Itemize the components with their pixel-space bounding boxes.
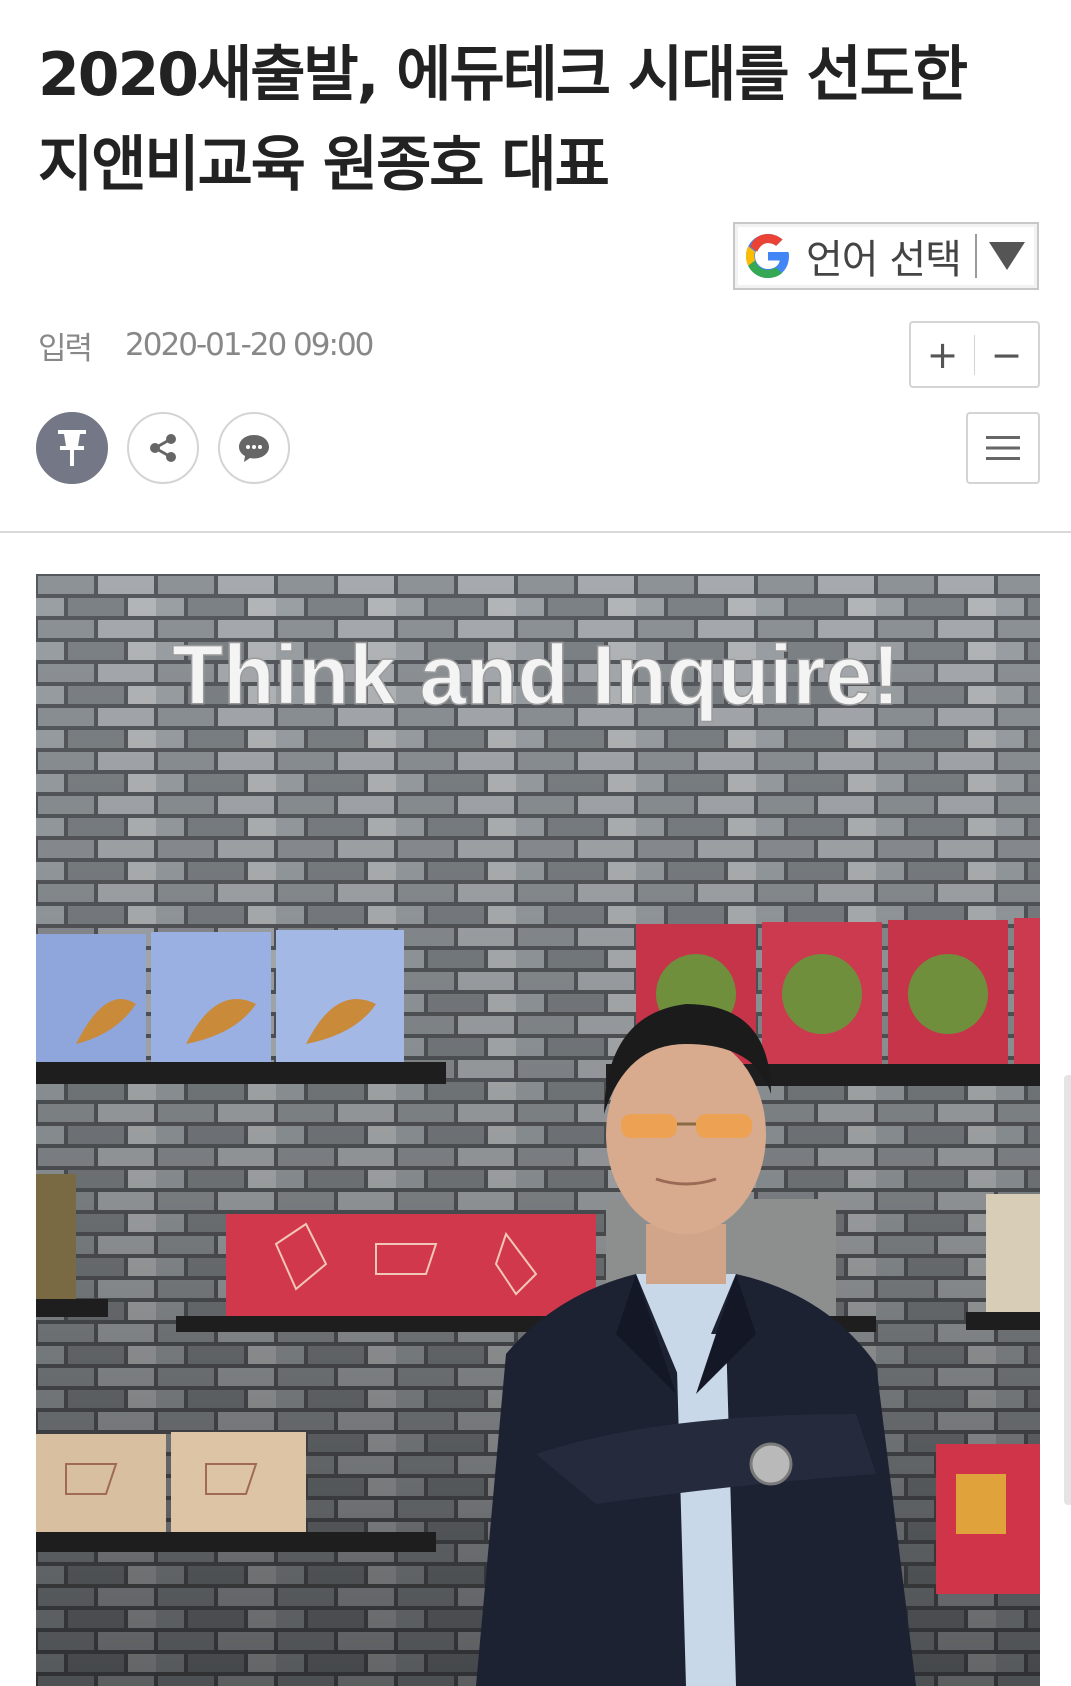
share-icon bbox=[150, 434, 176, 462]
article-meta: 입력 2020-01-20 09:00 bbox=[38, 322, 374, 368]
pin-button[interactable] bbox=[36, 412, 108, 484]
font-decrease-button[interactable]: − bbox=[975, 323, 1038, 386]
article-title: 2020새출발, 에듀테크 시대를 선도한 지앤비교육 원종호 대표 bbox=[38, 40, 968, 200]
language-select[interactable]: 언어 선택 bbox=[733, 222, 1039, 290]
shelf-blue-books bbox=[36, 930, 446, 1084]
hamburger-menu-icon bbox=[986, 436, 1020, 460]
font-size-control: + − bbox=[909, 321, 1040, 388]
dropdown-arrow-icon bbox=[988, 242, 1025, 270]
google-g-icon bbox=[746, 234, 789, 278]
menu-button[interactable] bbox=[966, 412, 1040, 484]
language-select-divider bbox=[974, 234, 977, 278]
shelf-books-lower-right bbox=[936, 1444, 1040, 1594]
header-divider bbox=[0, 531, 1071, 533]
font-increase-button[interactable]: + bbox=[911, 323, 974, 386]
share-button[interactable] bbox=[127, 412, 199, 484]
scrollbar[interactable] bbox=[1064, 1075, 1071, 1505]
input-label: 입력 bbox=[38, 330, 93, 367]
wall-sign-text: Think and Inquire! bbox=[172, 628, 900, 722]
language-select-label: 언어 선택 bbox=[806, 237, 962, 283]
comment-icon bbox=[239, 435, 269, 462]
article-photo: Think and Inquire! bbox=[36, 574, 1040, 1686]
comment-button[interactable] bbox=[218, 412, 290, 484]
pin-icon bbox=[58, 430, 86, 466]
published-date: 2020-01-20 09:00 bbox=[125, 327, 374, 363]
